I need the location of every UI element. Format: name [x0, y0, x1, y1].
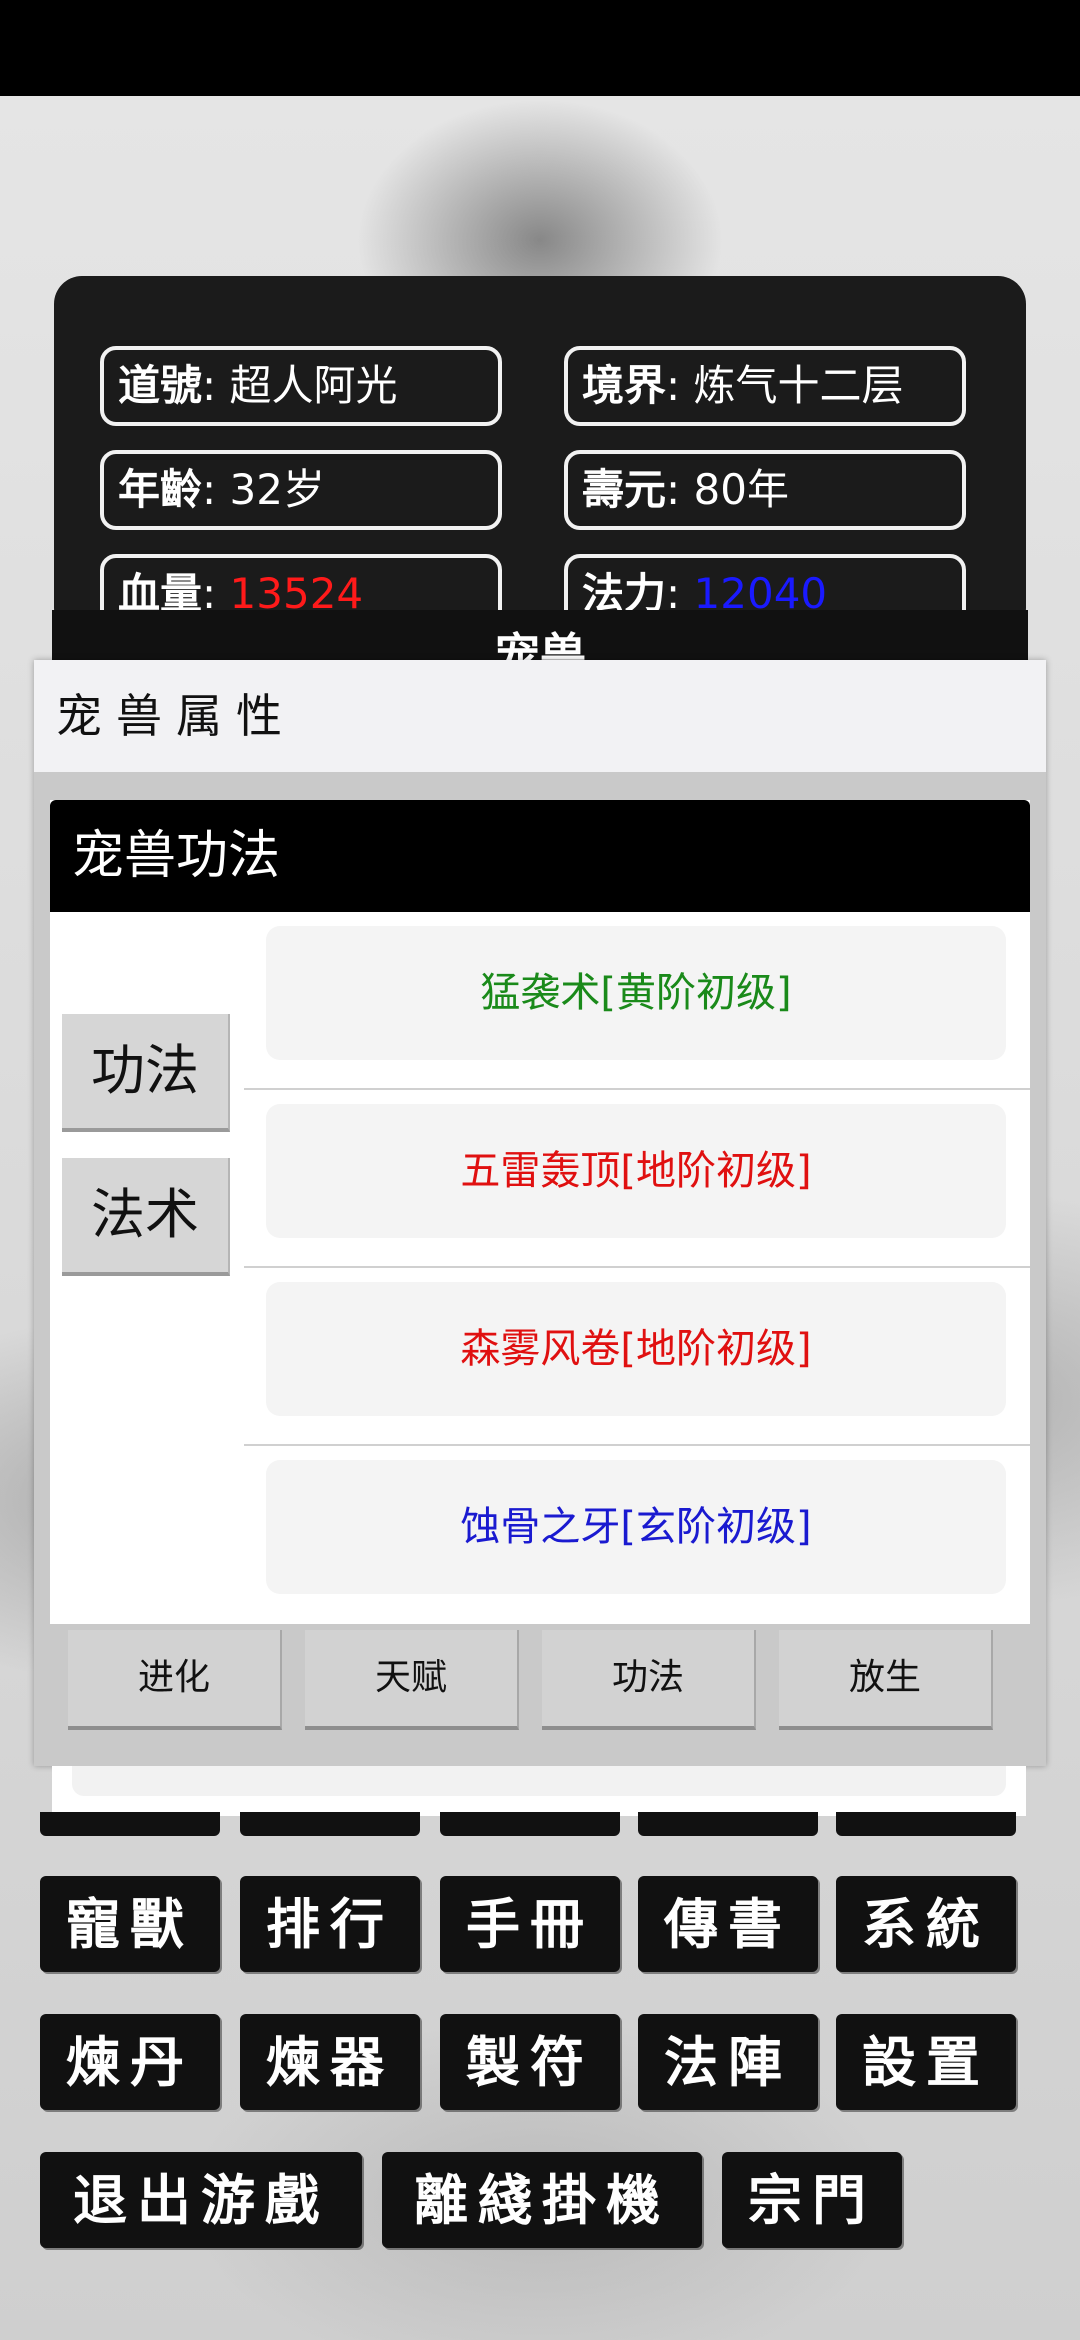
age-label: 年齡: [118, 465, 203, 514]
daohao-field: 道號: 超人阿光: [100, 346, 502, 426]
release-button[interactable]: 放生: [779, 1630, 993, 1730]
menu-offline-idle-button[interactable]: 離綫掛機: [382, 2152, 702, 2248]
list-item: 猛袭术[黄阶初级]: [244, 912, 1030, 1090]
tab-fashu[interactable]: 法术: [62, 1158, 230, 1276]
skill-button[interactable]: 森雾风卷[地阶初级]: [266, 1282, 1006, 1416]
age-field: 年齡: 32岁: [100, 450, 502, 530]
menu-manual-button[interactable]: 手冊: [440, 1876, 620, 1972]
dialog-title: 宠兽属性: [34, 660, 1046, 772]
age-value: 32岁: [229, 465, 325, 514]
status-bar: [0, 0, 1080, 96]
shouyuan-label: 壽元: [582, 465, 667, 514]
menu-alchemy-button[interactable]: 煉丹: [40, 2014, 220, 2110]
menu-system-button[interactable]: 系統: [836, 1876, 1016, 1972]
daohao-label: 道號: [118, 361, 203, 410]
list-item: 蚀骨之牙[玄阶初级]: [244, 1446, 1030, 1624]
pet-attributes-dialog: 宠兽属性 宠兽功法 功法 法术 猛袭术[黄阶初级] 五雷轰顶[地阶初级] 森雾风…: [34, 660, 1046, 1766]
skill-button[interactable]: 猛袭术[黄阶初级]: [266, 926, 1006, 1060]
skill-button[interactable]: 蚀骨之牙[玄阶初级]: [266, 1460, 1006, 1594]
jingjie-value: 炼气十二层: [693, 361, 904, 410]
menu-settings-button[interactable]: 設置: [836, 2014, 1016, 2110]
jingjie-label: 境界: [582, 361, 667, 410]
jingjie-field: 境界: 炼气十二层: [564, 346, 966, 426]
shouyuan-field: 壽元: 80年: [564, 450, 966, 530]
menu-sect-button[interactable]: 宗門: [722, 2152, 902, 2248]
hidden-menu-button: [638, 1812, 818, 1836]
talent-button[interactable]: 天赋: [305, 1630, 519, 1730]
skill-button[interactable]: 五雷轰顶[地阶初级]: [266, 1104, 1006, 1238]
hidden-menu-button: [240, 1812, 420, 1836]
hidden-menu-button: [440, 1812, 620, 1836]
evolve-button[interactable]: 进化: [68, 1630, 282, 1730]
shouyuan-value: 80年: [693, 465, 789, 514]
hidden-menu-button: [40, 1812, 220, 1836]
underlying-dialog-bottom: [52, 1766, 1026, 1816]
menu-pets-button[interactable]: 寵獸: [40, 1876, 220, 1972]
tab-gongfa[interactable]: 功法: [62, 1014, 230, 1132]
list-item: 森雾风卷[地阶初级]: [244, 1268, 1030, 1446]
list-item: 五雷轰顶[地阶初级]: [244, 1090, 1030, 1268]
daohao-value: 超人阿光: [229, 361, 398, 410]
menu-talisman-button[interactable]: 製符: [440, 2014, 620, 2110]
hidden-menu-button: [836, 1812, 1016, 1836]
menu-messages-button[interactable]: 傳書: [638, 1876, 818, 1972]
character-info-card: 道號: 超人阿光 境界: 炼气十二层 年齡: 32岁 壽元: 80年 血量: 1…: [54, 276, 1026, 636]
pet-skills-panel: 宠兽功法 功法 法术 猛袭术[黄阶初级] 五雷轰顶[地阶初级] 森雾风卷[地阶初…: [50, 800, 1030, 1624]
menu-formation-button[interactable]: 法陣: [638, 2014, 818, 2110]
menu-ranking-button[interactable]: 排行: [240, 1876, 420, 1972]
menu-exit-game-button[interactable]: 退出游戲: [40, 2152, 362, 2248]
gongfa-button[interactable]: 功法: [542, 1630, 756, 1730]
menu-forging-button[interactable]: 煉器: [240, 2014, 420, 2110]
panel-title: 宠兽功法: [50, 800, 1030, 912]
